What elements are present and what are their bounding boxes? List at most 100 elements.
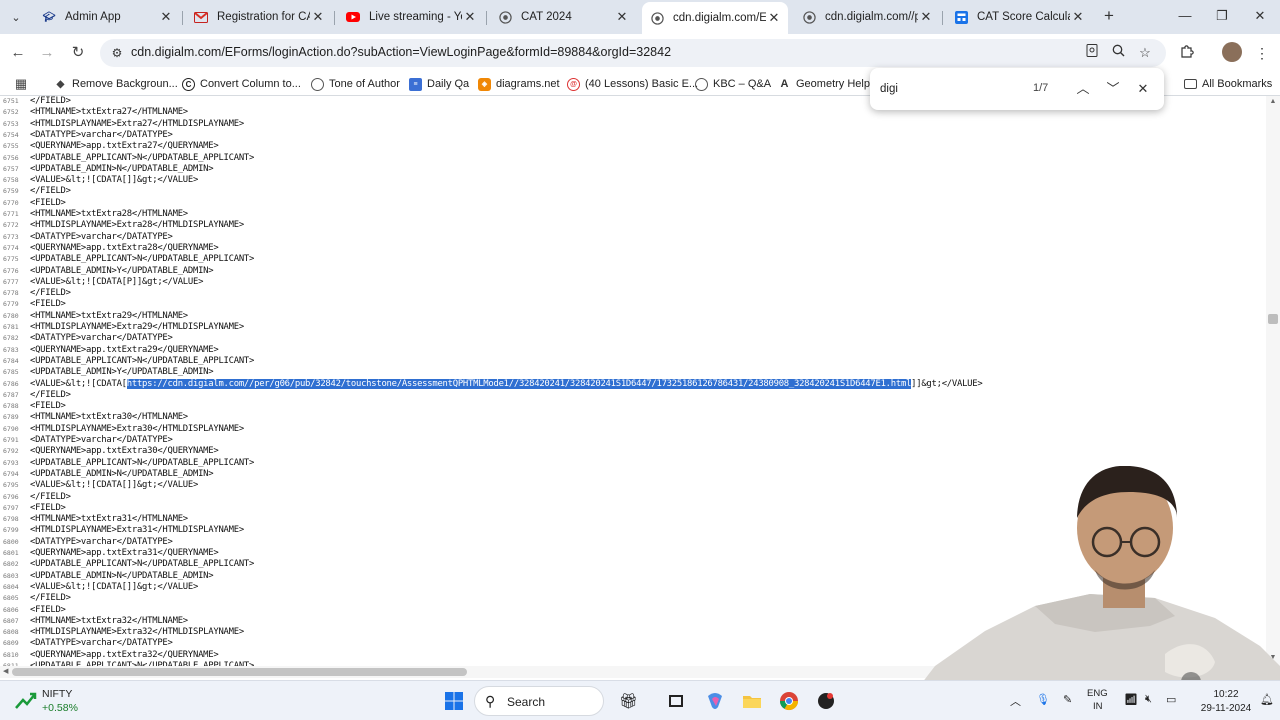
code-text: <UPDATABLE_ADMIN>N</UPDATABLE_ADMIN> [30,468,214,479]
close-tab-icon[interactable]: ✕ [766,10,782,26]
bookmark-geometry-help[interactable]: A Geometry Help [778,76,870,92]
globe-favicon [802,10,816,24]
close-tab-icon[interactable]: ✕ [462,9,478,25]
profile-avatar[interactable] [1222,42,1242,62]
restore-icon[interactable]: ❐ [1214,8,1230,24]
code-text: <UPDATABLE_APPLICANT>N</UPDATABLE_APPLIC… [30,559,255,570]
close-tab-icon[interactable]: ✕ [310,9,326,25]
zoom-magnifier-icon[interactable] [1109,44,1127,62]
line-number: 6786 [3,379,19,388]
code-line: 6786 <VALUE>&lt;![CDATA[https://cdn.digia… [0,378,1266,390]
task-view-icon[interactable] [666,691,686,711]
close-tab-icon[interactable]: ✕ [158,9,174,25]
vertical-scroll-thumb[interactable] [1268,314,1278,324]
horizontal-scroll-thumb[interactable] [12,668,467,676]
copilot-icon[interactable] [705,691,725,711]
file-explorer-icon[interactable] [742,691,762,711]
code-text: <DATATYPE>varchar</DATATYPE> [30,231,173,242]
bookmark-label: diagrams.net [496,78,560,90]
scroll-left-arrow-icon[interactable]: ◀ [3,666,8,678]
minimize-icon[interactable]: — [1177,8,1193,24]
find-next-chevron-down-icon[interactable]: ﹀ [1103,79,1123,99]
tab-label: Admin App [65,11,121,23]
extensions-puzzle-icon[interactable] [1178,44,1196,62]
page-action-icon[interactable] [1083,44,1101,62]
line-number: 6797 [3,503,19,512]
chrome-icon[interactable] [779,691,799,711]
bookmark-diagrams-net[interactable]: ◈ diagrams.net [478,76,560,92]
more-menu-icon[interactable]: ⋮ [1253,44,1271,62]
a-icon: A [780,78,789,90]
close-tab-icon[interactable]: ✕ [1070,9,1086,25]
find-close-icon[interactable]: ✕ [1133,79,1153,99]
code-text-after: ]]&gt;</VALUE> [911,378,983,389]
tab-cat-score-calculator[interactable]: CAT Score Calculator ✕ [946,4,1092,30]
selected-url-highlight[interactable]: https://cdn.digialm.com//per/g06/pub/328… [126,378,911,389]
find-input[interactable] [880,81,1000,97]
wifi-icon[interactable]: 📶︎ [1124,693,1138,706]
code-text: <HTMLNAME>txtExtra27</HTMLNAME> [30,107,188,118]
notifications-bell-icon[interactable]: 🔔︎ [1260,693,1274,706]
apps-grid-icon[interactable]: ▦ [14,77,28,91]
line-number: 6774 [3,243,19,252]
code-text: <DATATYPE>varchar</DATATYPE> [30,638,173,649]
windows-start-icon[interactable] [444,691,464,711]
show-hidden-icons-chevron-icon[interactable]: ︿ [1010,693,1021,709]
close-tab-icon[interactable]: ✕ [918,9,934,25]
bookmark-label: (40 Lessons) Basic E... [585,78,699,90]
microphone-icon[interactable]: 🎙︎ [1036,693,1050,706]
bookmark-star-icon[interactable]: ☆ [1136,44,1154,62]
tab-divider [486,11,487,25]
address-bar[interactable]: ⚙︎ cdn.digialm.com/EForms/loginAction.do… [100,39,1166,67]
code-text: <HTMLDISPLAYNAME>Extra32</HTMLDISPLAYNAM… [30,627,244,638]
code-text: <HTMLNAME>txtExtra29</HTMLNAME> [30,310,188,321]
volume-muted-icon[interactable]: 🔇︎ [1145,693,1152,706]
tab-search-chevron-icon[interactable]: ⌄ [6,7,26,27]
code-line: 6787 </FIELD> [0,390,1266,401]
tab-cdn-digialm-active[interactable]: cdn.digialm.com/EFo ✕ [642,2,788,34]
recording-app-icon[interactable] [816,691,836,711]
webcam-presenter-overlay [915,466,1280,692]
line-number: 6783 [3,345,19,354]
tab-registration-cat[interactable]: Registration for CAT ✕ [186,4,332,30]
code-line: 6784 <UPDATABLE_APPLICANT>N</UPDATABLE_AP… [0,356,1266,367]
scroll-up-arrow-icon[interactable]: ▲ [1266,98,1280,105]
code-line: 6785 <UPDATABLE_ADMIN>Y</UPDATABLE_ADMIN> [0,367,1266,378]
pen-icon[interactable]: ✎ [1063,693,1072,706]
url-text[interactable]: cdn.digialm.com/EForms/loginAction.do?su… [131,45,671,59]
back-arrow-icon[interactable]: ← [9,44,27,62]
taskbar-search-box[interactable]: ⚲ Search 🎁︎ [474,686,638,716]
folder-icon [1184,79,1197,89]
line-number: 6804 [3,582,19,591]
code-line: 6771 <HTMLNAME>txtExtra28</HTMLNAME> [0,209,1266,220]
tab-admin-app[interactable]: 🎓︎ Admin App ✕ [34,4,180,30]
bookmark-daily-qa[interactable]: ≡ Daily Qa [409,76,469,92]
bookmark-kbc-qa[interactable]: KBC – Q&A [695,76,771,92]
bookmark-convert-column[interactable]: C Convert Column to... [182,76,301,92]
code-line: 6776 <UPDATABLE_ADMIN>Y</UPDATABLE_ADMIN> [0,266,1266,277]
bookmark-tone-of-author[interactable]: Tone of Author [311,76,400,92]
system-clock[interactable]: 10:22 29-11-2024 [1196,688,1256,716]
code-text: <VALUE>&lt;![CDATA[]]&gt;</VALUE> [30,581,199,592]
input-language[interactable]: ENG [1087,688,1108,699]
forward-arrow-icon[interactable]: → [38,44,56,62]
tab-cat-2024[interactable]: CAT 2024 ✕ [490,4,636,30]
close-window-icon[interactable]: ✕ [1252,8,1268,24]
close-tab-icon[interactable]: ✕ [614,9,630,25]
tab-live-streaming[interactable]: Live streaming - You ✕ [338,4,484,30]
code-line: 6758 <VALUE>&lt;![CDATA[]]&gt;</VALUE> [0,175,1266,186]
bookmark-remove-background[interactable]: ◆ Remove Backgroun... [54,76,178,92]
ticker-name[interactable]: NIFTY [42,688,72,700]
new-tab-plus-icon[interactable]: + [1101,7,1117,24]
tab-divider [182,11,183,25]
battery-icon[interactable]: ▭ [1166,693,1176,706]
screen: ⌄ 🎓︎ Admin App ✕ Registration for CAT ✕ … [0,0,1280,720]
tab-cdn-digialm-2[interactable]: cdn.digialm.com//pe ✕ [794,4,940,30]
find-previous-chevron-up-icon[interactable]: ︿ [1073,79,1093,99]
search-highlight-icon: 🎁︎ [619,693,639,710]
bookmark-40-lessons[interactable]: @ (40 Lessons) Basic E... [567,76,698,92]
reload-icon[interactable]: ↻ [69,44,87,62]
all-bookmarks-folder[interactable]: All Bookmarks [1184,76,1272,92]
stock-chart-icon[interactable] [14,690,38,712]
site-info-tune-icon[interactable]: ⚙︎ [109,45,125,61]
